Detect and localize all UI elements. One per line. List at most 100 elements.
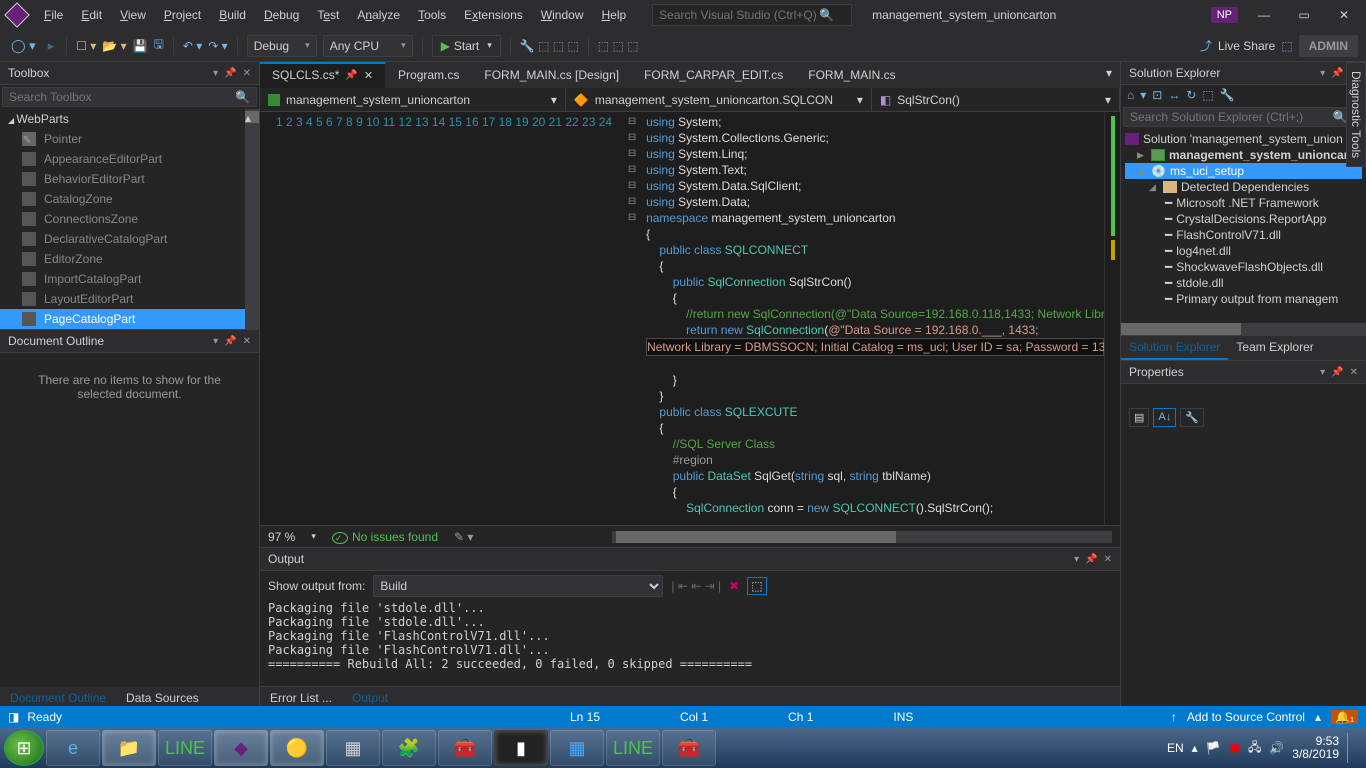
output-text[interactable]: Packaging file 'stdole.dll'... Packaging… xyxy=(260,601,1120,686)
alpha-icon[interactable]: A↓ xyxy=(1153,408,1176,427)
dropdown-icon[interactable]: ▾ xyxy=(1320,367,1325,378)
sln-search-input[interactable] xyxy=(1130,110,1333,124)
feedback-icon[interactable]: ⬚ xyxy=(1281,39,1292,53)
pin-icon[interactable]: 📌 xyxy=(1085,554,1097,565)
taskbar-app-icon[interactable]: 🧰 xyxy=(438,730,492,766)
tree-node[interactable]: ━FlashControlV71.dll xyxy=(1125,227,1362,243)
start-button[interactable]: ⊞ xyxy=(4,730,44,766)
toolbox-item[interactable]: DeclarativeCatalogPart xyxy=(0,229,245,249)
menu-help[interactable]: Help xyxy=(593,4,634,26)
source-control[interactable]: Add to Source Control xyxy=(1187,710,1305,724)
menu-analyze[interactable]: Analyze xyxy=(349,4,408,26)
toolbox-item[interactable]: EditorZone xyxy=(0,249,245,269)
overview-ruler[interactable] xyxy=(1104,112,1120,525)
system-tray[interactable]: EN ▴ 🏳️ ▣ 🖧 🔊 9:533/8/2019 xyxy=(1167,733,1362,763)
search-icon[interactable]: 🔍 xyxy=(235,90,250,104)
tab-overflow-icon[interactable]: ▾ xyxy=(1098,62,1120,88)
pin-icon[interactable]: 📌 xyxy=(224,68,236,79)
dropdown-icon[interactable]: ▾ xyxy=(213,68,218,79)
menu-build[interactable]: Build xyxy=(211,4,254,26)
toolbox-item[interactable]: BehaviorEditorPart xyxy=(0,169,245,189)
pin-icon[interactable]: 📌 xyxy=(345,70,357,81)
sync-icon[interactable]: ⊡ xyxy=(1152,88,1162,102)
code-body[interactable]: using System; using System.Collections.G… xyxy=(640,112,1104,525)
taskbar-cmd-icon[interactable]: ▮ xyxy=(494,730,548,766)
close-button[interactable]: ✕ xyxy=(1330,8,1358,22)
new-project-icon[interactable]: ☐ ▾ xyxy=(76,39,96,53)
close-icon[interactable]: ✕ xyxy=(243,68,251,79)
user-badge[interactable]: NP xyxy=(1211,7,1238,23)
menu-file[interactable]: File xyxy=(36,4,71,26)
toolbox-item[interactable]: CatalogZone xyxy=(0,189,245,209)
tree-node[interactable]: ━Primary output from managem xyxy=(1125,291,1362,307)
platform-dropdown[interactable]: Any CPU xyxy=(323,35,413,57)
pin-icon[interactable]: 📌 xyxy=(224,336,236,347)
taskbar-app-icon[interactable]: ▦ xyxy=(326,730,380,766)
toolbox-item[interactable]: ⬉Pointer xyxy=(0,129,245,149)
dropdown-icon[interactable]: ▾ xyxy=(1074,554,1079,565)
volume-icon[interactable]: 🔊 xyxy=(1269,741,1284,755)
menu-test[interactable]: Test xyxy=(309,4,347,26)
toolbox-group[interactable]: WebParts xyxy=(0,109,245,129)
toolbar-btn[interactable]: 🔧 ⬚ ⬚ ⬚ xyxy=(520,39,579,53)
minimize-button[interactable]: — xyxy=(1250,8,1278,22)
close-icon[interactable]: ✕ xyxy=(364,69,373,82)
editor-tab[interactable]: SQLCLS.cs*📌✕ xyxy=(260,62,386,88)
save-icon[interactable]: 💾 xyxy=(133,39,148,53)
nav-class-dropdown[interactable]: 🔶management_system_unioncarton.SQLCON▾ xyxy=(566,88,872,111)
taskbar-chrome-icon[interactable]: 🟡 xyxy=(270,730,324,766)
props-icon[interactable]: 🔧 xyxy=(1220,88,1235,102)
menu-debug[interactable]: Debug xyxy=(256,4,307,26)
h-scrollbar[interactable] xyxy=(1121,323,1366,335)
clear-icon[interactable]: ✖ xyxy=(729,579,739,593)
issues-status[interactable]: No issues found xyxy=(332,530,438,544)
toolbox-item[interactable]: AppearanceEditorPart xyxy=(0,149,245,169)
menu-tools[interactable]: Tools xyxy=(410,4,454,26)
output-nav-icon[interactable]: | ⇤ ⇤ ⇥ | xyxy=(671,579,721,593)
refresh-icon[interactable]: ↻ xyxy=(1186,88,1196,102)
maximize-button[interactable]: ▭ xyxy=(1290,8,1318,22)
menu-extensions[interactable]: Extensions xyxy=(456,4,531,26)
editor-tab[interactable]: Program.cs xyxy=(386,62,472,88)
show-all-icon[interactable]: ⬚ xyxy=(1202,88,1213,102)
editor-tab[interactable]: FORM_CARPAR_EDIT.cs xyxy=(632,62,796,88)
expand-icon[interactable]: ◢ xyxy=(1149,182,1159,193)
pin-icon[interactable]: 📌 xyxy=(1331,68,1343,79)
start-button[interactable]: ▶Start▾ xyxy=(432,35,501,57)
collapse-icon[interactable]: ↔ xyxy=(1168,88,1180,102)
nav-method-dropdown[interactable]: ◧SqlStrCon()▾ xyxy=(872,88,1120,111)
dropdown-icon[interactable]: ▾ xyxy=(213,336,218,347)
nav-project-dropdown[interactable]: management_system_unioncarton▾ xyxy=(260,88,566,111)
redo-icon[interactable]: ↷ ▾ xyxy=(208,39,227,53)
home-icon[interactable]: ⌂ xyxy=(1127,88,1134,102)
scrollbar[interactable]: ▴ xyxy=(245,109,259,329)
search-icon[interactable]: 🔍 xyxy=(819,8,834,22)
expand-icon[interactable]: ◢ xyxy=(1137,166,1147,177)
tree-node[interactable]: ━log4net.dll xyxy=(1125,243,1362,259)
nav-fwd-icon[interactable]: ▸ xyxy=(45,36,58,56)
close-icon[interactable]: ✕ xyxy=(1104,554,1112,565)
taskbar-line-icon[interactable]: LINE xyxy=(158,730,212,766)
nav-back-icon[interactable]: ◯ ▾ xyxy=(8,36,39,56)
close-icon[interactable]: ✕ xyxy=(1350,367,1358,378)
taskbar-ie-icon[interactable]: e xyxy=(46,730,100,766)
editor-tab[interactable]: FORM_MAIN.cs [Design] xyxy=(472,62,632,88)
pin-icon[interactable]: 📌 xyxy=(1331,367,1343,378)
network-icon[interactable]: 🖧 xyxy=(1248,738,1261,759)
toolbox-item[interactable]: ConnectionsZone xyxy=(0,209,245,229)
liveshare-label[interactable]: Live Share xyxy=(1218,39,1275,53)
publish-icon[interactable]: ↑ xyxy=(1171,710,1177,724)
toolbar-btn2[interactable]: ⬚ ⬚ ⬚ xyxy=(598,39,639,53)
tree-node[interactable]: Solution 'management_system_union xyxy=(1125,131,1362,147)
open-icon[interactable]: 📂 ▾ xyxy=(102,39,126,53)
h-scrollbar[interactable] xyxy=(612,531,1112,543)
tree-node[interactable]: ▶management_system_unioncarto xyxy=(1125,147,1362,163)
clock[interactable]: 9:533/8/2019 xyxy=(1292,735,1339,761)
toolbox-search[interactable]: 🔍 xyxy=(2,87,257,107)
menu-project[interactable]: Project xyxy=(156,4,209,26)
zoom-level[interactable]: 97 % xyxy=(268,530,295,544)
fold-gutter[interactable]: ⊟ ⊟ ⊟ ⊟ ⊟ ⊟ ⊟ xyxy=(624,112,640,525)
taskbar-app-icon[interactable]: 🧩 xyxy=(382,730,436,766)
tree-node[interactable]: ━Microsoft .NET Framework xyxy=(1125,195,1362,211)
notifications-icon[interactable]: 🔔₁ xyxy=(1331,710,1358,724)
